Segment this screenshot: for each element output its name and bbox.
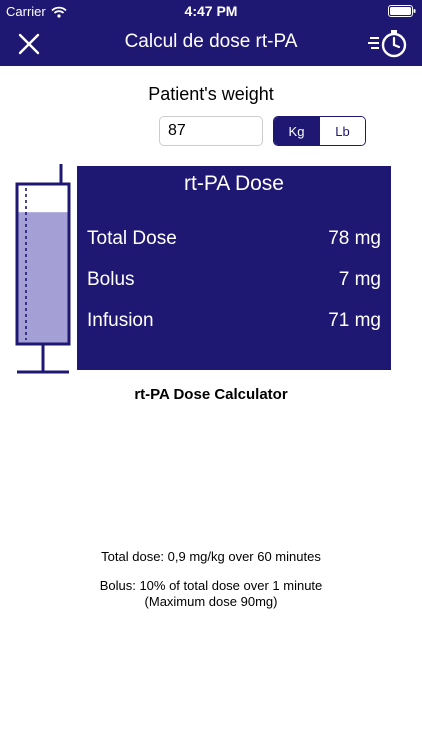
- info-bolus: Bolus: 10% of total dose over 1 minute: [99, 578, 323, 593]
- unit-toggle: Kg Lb: [273, 116, 366, 146]
- dose-label: Infusion: [87, 310, 154, 331]
- unit-kg-button[interactable]: Kg: [274, 117, 319, 145]
- nav-bar: Calcul de dose rt-PA: [0, 22, 422, 66]
- page-title: Calcul de dose rt-PA: [124, 31, 298, 52]
- dose-title: rt-PA Dose: [184, 172, 284, 195]
- syringe-illustration: [15, 164, 71, 374]
- dose-value: 71 mg: [328, 310, 381, 331]
- unit-lb-button[interactable]: Lb: [319, 117, 365, 145]
- info-max-dose: (Maximum dose 90mg): [144, 594, 278, 609]
- dose-value: 78 mg: [328, 228, 381, 249]
- dose-panel: rt-PA Dose Total Dose 78 mg Bolus 7 mg I…: [77, 166, 391, 370]
- info-total-dose: Total dose: 0,9 mg/kg over 60 minutes: [101, 549, 321, 564]
- weight-label: Patient's weight: [148, 84, 274, 104]
- close-icon[interactable]: [16, 31, 42, 57]
- dose-row-total: Total Dose 78 mg: [87, 228, 381, 250]
- status-time: 4:47 PM: [184, 3, 238, 19]
- status-bar: Carrier 4:47 PM: [0, 0, 422, 22]
- calculator-label: rt-PA Dose Calculator: [134, 386, 288, 403]
- battery-icon: [388, 5, 416, 17]
- dose-row-bolus: Bolus 7 mg: [87, 269, 381, 291]
- app-header: Carrier 4:47 PM Calcul de dose rt-PA: [0, 0, 422, 66]
- weight-input[interactable]: [159, 116, 263, 146]
- status-right: [388, 5, 416, 17]
- stopwatch-icon[interactable]: [368, 28, 408, 58]
- dose-label: Bolus: [87, 269, 135, 290]
- dose-row-infusion: Infusion 71 mg: [87, 310, 381, 332]
- dose-value: 7 mg: [338, 269, 381, 290]
- dose-label: Total Dose: [87, 228, 177, 249]
